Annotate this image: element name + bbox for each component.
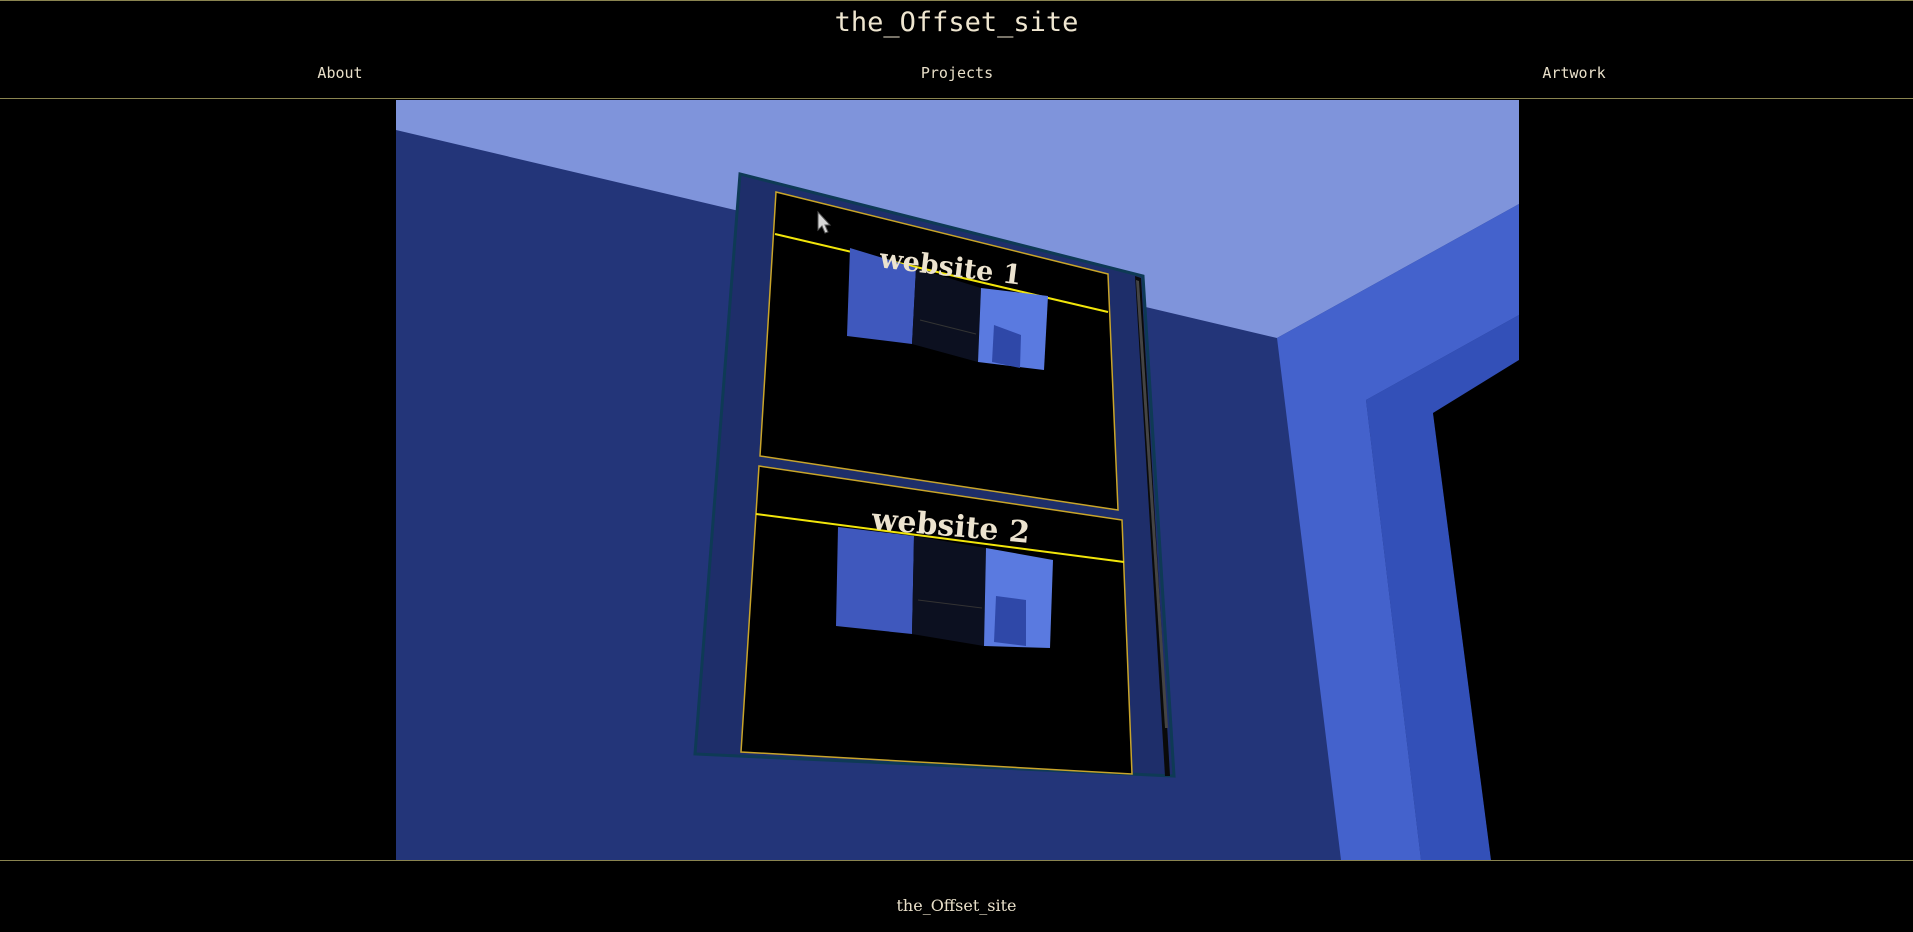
3d-scene-canvas[interactable]: website 1 website 2 bbox=[396, 100, 1519, 860]
site-footer: the_Offset_site bbox=[0, 860, 1913, 932]
nav-link-about[interactable]: About bbox=[317, 64, 362, 82]
footer-text: the_Offset_site bbox=[896, 896, 1017, 915]
site-title[interactable]: the_Offset_site bbox=[0, 7, 1913, 38]
nav-link-artwork[interactable]: Artwork bbox=[1542, 64, 1605, 82]
nav-link-projects[interactable]: Projects bbox=[921, 64, 993, 82]
site-header: the_Offset_site About Projects Artwork bbox=[0, 0, 1913, 99]
